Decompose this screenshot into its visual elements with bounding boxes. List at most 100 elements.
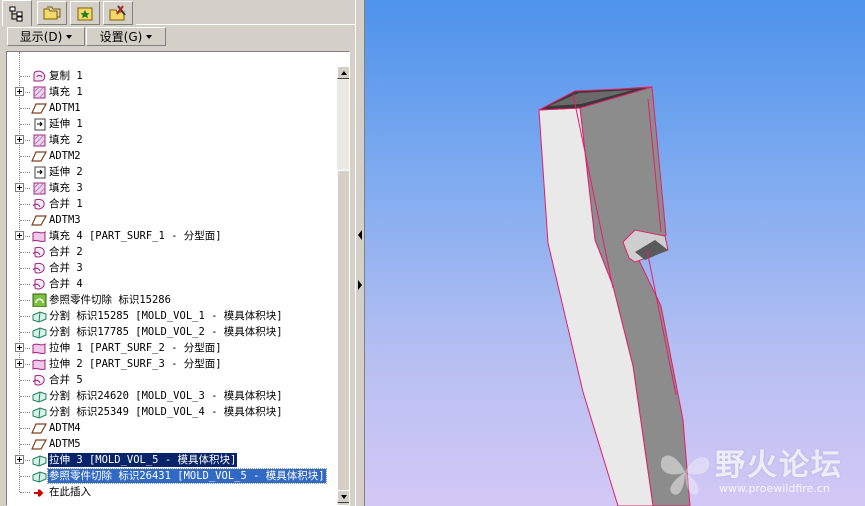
split-icon <box>32 407 47 419</box>
splitter-arrows-icon <box>358 230 362 290</box>
merge-icon <box>32 246 45 258</box>
scroll-down-button[interactable] <box>337 490 349 503</box>
favorites-tab[interactable] <box>70 1 100 25</box>
connections-tab[interactable] <box>103 1 133 25</box>
tree-row[interactable]: 分割 标识15285 [MOLD_VOL_1 - 模具体积块] <box>7 308 334 324</box>
merge-icon <box>32 198 45 210</box>
expand-toggle-icon[interactable] <box>15 455 24 464</box>
arrow-down-icon <box>340 494 347 499</box>
tree-row[interactable]: 合并 1 <box>7 196 334 212</box>
fill-icon <box>33 134 46 147</box>
tree-row[interactable]: 拉伸 2 [PART_SURF_3 - 分型面] <box>7 356 334 372</box>
split-icon <box>32 391 47 403</box>
split-icon <box>32 311 47 323</box>
tree-row-label: 合并 4 <box>49 278 83 290</box>
tree-row[interactable]: 合并 2 <box>7 244 334 260</box>
tree-row[interactable]: 合并 4 <box>7 276 334 292</box>
tree-row-label: 填充 1 <box>49 86 83 98</box>
tree-row[interactable]: ADTM3 <box>7 212 334 228</box>
scroll-thumb[interactable] <box>337 170 349 505</box>
tree-row[interactable]: 参照零件切除 标识26431 [MOLD_VOL_5 - 模具体积块] <box>7 468 334 484</box>
watermark-logo: 野火论坛 www.proewildfire.cn <box>655 440 865 506</box>
tree-row[interactable]: 延伸 2 <box>7 164 334 180</box>
tree-connector <box>20 492 30 493</box>
tree-connector <box>20 428 30 429</box>
tree-row[interactable]: 复制 1 <box>7 68 334 84</box>
model-tree-panel: 显示(D) 设置(G) 复制 1 填充 1 ADTM1 延伸 1 填充 2 ADTM2 延伸… <box>0 0 355 506</box>
tree-row[interactable]: ADTM1 <box>7 100 334 116</box>
tree-connector <box>20 108 30 109</box>
fill-icon <box>33 182 46 195</box>
tree-row-label: 分割 标识15285 [MOLD_VOL_1 - 模具体积块] <box>49 310 283 322</box>
tree-row-label: 填充 3 <box>49 182 83 194</box>
parting-surface-icon <box>32 359 46 371</box>
show-menu-label: 显示(D) <box>19 30 63 44</box>
chevron-down-icon <box>146 34 153 39</box>
tree-row-label: 复制 1 <box>49 70 83 82</box>
expand-toggle-icon[interactable] <box>15 87 24 96</box>
watermark-url: www.proewildfire.cn <box>719 482 830 495</box>
tree-vertical-scrollbar[interactable] <box>337 66 349 505</box>
tree-row[interactable]: 分割 标识17785 [MOLD_VOL_2 - 模具体积块] <box>7 324 334 340</box>
tree-row[interactable]: 填充 1 <box>7 84 334 100</box>
tree-row[interactable]: 拉伸 1 [PART_SURF_2 - 分型面] <box>7 340 334 356</box>
tree-row[interactable]: 拉伸 3 [MOLD_VOL_5 - 模具体积块] <box>7 452 334 468</box>
tree-row-label: 合并 2 <box>49 246 83 258</box>
tree-connector <box>20 396 30 397</box>
watermark-title: 野火论坛 <box>715 448 843 483</box>
tree-row[interactable]: ADTM5 <box>7 436 334 452</box>
show-menu-button[interactable]: 显示(D) <box>7 27 85 46</box>
tree-connector <box>20 220 30 221</box>
expand-toggle-icon[interactable] <box>15 183 24 192</box>
chevron-down-icon <box>66 34 73 39</box>
tree-connector <box>20 332 30 333</box>
datum-plane-icon <box>31 151 47 162</box>
tree-row-label: 拉伸 1 [PART_SURF_2 - 分型面] <box>49 342 222 354</box>
expand-toggle-icon[interactable] <box>15 359 24 368</box>
expand-toggle-icon[interactable] <box>15 231 24 240</box>
tree-connector <box>20 300 30 301</box>
folder-browser-tab[interactable] <box>37 1 67 25</box>
tree-row[interactable]: 分割 标识24620 [MOLD_VOL_3 - 模具体积块] <box>7 388 334 404</box>
tree-row[interactable]: 合并 3 <box>7 260 334 276</box>
tree-row[interactable]: 分割 标识25349 [MOLD_VOL_4 - 模具体积块] <box>7 404 334 420</box>
tree-row[interactable]: 填充 2 <box>7 132 334 148</box>
favorites-icon <box>77 7 93 21</box>
tree-connector <box>20 156 30 157</box>
tree-row[interactable]: 合并 5 <box>7 372 334 388</box>
expand-toggle-icon[interactable] <box>15 343 24 352</box>
tree-row[interactable]: 参照零件切除 标识15286 <box>7 292 334 308</box>
model-tree[interactable]: 复制 1 填充 1 ADTM1 延伸 1 填充 2 ADTM2 延伸 2 填充 3 合并 1 AD… <box>6 51 350 506</box>
reference-cut-icon <box>32 293 47 307</box>
parting-surface-icon <box>32 231 46 243</box>
tab-divider <box>136 24 355 25</box>
graphics-viewport[interactable]: 野火论坛 www.proewildfire.cn <box>365 0 865 506</box>
split-icon <box>32 455 47 467</box>
model-tree-icon <box>9 6 23 21</box>
tree-row[interactable]: 填充 4 [PART_SURF_1 - 分型面] <box>7 228 334 244</box>
tree-row-label: 分割 标识17785 [MOLD_VOL_2 - 模具体积块] <box>49 326 283 338</box>
fill-icon <box>33 86 46 99</box>
merge-icon <box>32 278 45 290</box>
tree-row-label: 填充 2 <box>49 134 83 146</box>
tree-connector <box>20 444 30 445</box>
split-icon <box>32 327 47 339</box>
scroll-up-button[interactable] <box>337 66 349 79</box>
tree-row-label: 参照零件切除 标识15286 <box>49 294 171 306</box>
tree-row[interactable]: ADTM4 <box>7 420 334 436</box>
merge-icon <box>32 262 45 274</box>
tree-row-label: 拉伸 3 [MOLD_VOL_5 - 模具体积块] <box>48 453 238 467</box>
tree-row-label: 合并 5 <box>49 374 83 386</box>
panel-splitter[interactable] <box>355 0 365 506</box>
settings-menu-button[interactable]: 设置(G) <box>86 27 166 46</box>
tools-icon <box>109 5 126 21</box>
expand-toggle-icon[interactable] <box>15 135 24 144</box>
tree-row[interactable]: 在此插入 <box>7 484 334 500</box>
model-tree-tab[interactable] <box>2 0 32 26</box>
settings-menu-label: 设置(G) <box>99 30 143 44</box>
tree-row-label: ADTM3 <box>49 214 81 226</box>
tree-row[interactable]: 填充 3 <box>7 180 334 196</box>
tree-row-label: ADTM5 <box>49 438 81 450</box>
tree-row[interactable]: 延伸 1 <box>7 116 334 132</box>
tree-row[interactable]: ADTM2 <box>7 148 334 164</box>
